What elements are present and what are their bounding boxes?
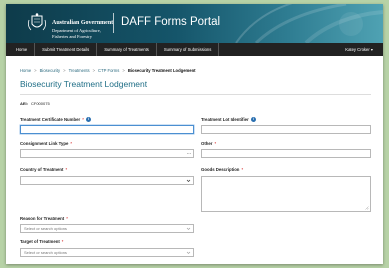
chevron-down-icon <box>186 251 191 254</box>
nav-submit-treatment-details[interactable]: Submit Treatment Details <box>35 43 98 56</box>
lot-identifier-label-text: Treatment Lot Identifier <box>201 117 249 122</box>
chevron-down-icon <box>186 227 191 230</box>
coat-of-arms-icon <box>27 13 47 31</box>
lot-identifier-input[interactable] <box>201 125 371 134</box>
required-marker: * <box>61 239 64 244</box>
aei-label: AEI: <box>20 101 28 106</box>
government-branding: Australian Government Department of Agri… <box>52 12 113 39</box>
site-header: Australian Government Department of Agri… <box>6 4 383 43</box>
more-options-icon: ... <box>186 150 191 156</box>
portal-title[interactable]: DAFF Forms Portal <box>121 16 220 28</box>
title-divider <box>20 94 371 95</box>
nav-home[interactable]: Home <box>6 43 36 56</box>
other-label-text: Other <box>201 141 213 146</box>
user-menu[interactable]: Katey Croker ▾ <box>345 47 383 52</box>
goods-description-label: Goods Description * <box>201 167 243 172</box>
breadcrumb-biosecurity[interactable]: Biosecurity <box>40 68 60 73</box>
consignment-link-label-text: Consignment Link Type <box>20 141 69 146</box>
consignment-link-select[interactable]: ... <box>20 149 194 158</box>
department-name-line-2: Fisheries and Forestry <box>52 33 92 39</box>
other-input[interactable] <box>201 149 371 158</box>
breadcrumb-ctp-forms[interactable]: CTP Forms <box>98 68 119 73</box>
other-label: Other * <box>201 141 216 146</box>
chevron-down-icon <box>186 179 191 182</box>
required-marker: * <box>65 167 68 172</box>
browser-frame: Australian Government Department of Agri… <box>6 4 383 264</box>
country-label-text: Country of Treatment <box>20 167 64 172</box>
resize-handle-icon[interactable] <box>365 206 369 210</box>
required-marker: * <box>214 141 217 146</box>
target-label: Target of Treatment * <box>20 239 63 244</box>
info-icon[interactable]: i <box>250 117 256 122</box>
reason-select[interactable]: Select or search options <box>20 224 194 233</box>
target-placeholder: Select or search options <box>24 250 67 255</box>
department-name-line-1: Department of Agriculture, <box>52 28 101 33</box>
cert-number-label-text: Treatment Certificate Number <box>20 117 81 122</box>
consignment-link-label: Consignment Link Type * <box>20 141 72 146</box>
reason-label-text: Reason for Treatment <box>20 216 65 221</box>
required-marker: * <box>82 117 84 122</box>
breadcrumb-home[interactable]: Home <box>20 68 31 73</box>
required-marker: * <box>66 216 68 221</box>
required-marker: * <box>70 141 73 146</box>
info-icon[interactable]: i <box>85 117 91 122</box>
gov-title: Australian Government <box>52 20 114 26</box>
main-nav: Home Submit Treatment Details Summary of… <box>6 43 383 56</box>
cert-number-label: Treatment Certificate Number * i <box>20 117 91 122</box>
target-label-text: Target of Treatment <box>20 239 60 244</box>
required-marker: * <box>241 167 244 172</box>
breadcrumb-separator: > <box>34 68 37 73</box>
cert-number-input[interactable] <box>20 125 194 134</box>
breadcrumb-treatments[interactable]: Treatments <box>69 68 90 73</box>
header-divider <box>113 13 114 33</box>
aei-reference: AEI: CF000075 <box>20 101 50 106</box>
country-select[interactable] <box>20 176 194 185</box>
target-select[interactable]: Select or search options <box>20 248 194 257</box>
goods-description-label-text: Goods Description <box>201 167 240 172</box>
breadcrumb-separator: > <box>63 68 66 73</box>
lot-identifier-label: Treatment Lot Identifier i <box>201 117 256 122</box>
nav-summary-of-treatments[interactable]: Summary of Treatments <box>97 43 157 56</box>
breadcrumb-separator: > <box>92 68 96 73</box>
breadcrumb-separator: > <box>122 68 125 73</box>
breadcrumb-current: Biosecurity Treatment Lodgement <box>127 68 196 73</box>
goods-description-textarea[interactable] <box>201 176 371 212</box>
country-label: Country of Treatment * <box>20 167 67 172</box>
reason-label: Reason for Treatment * <box>20 216 68 221</box>
aei-value: CF000075 <box>31 101 50 106</box>
nav-summary-of-submissions[interactable]: Summary of Submissions <box>157 43 220 56</box>
breadcrumb: Home > Biosecurity > Treatments > CTP Fo… <box>20 68 196 73</box>
page-title: Biosecurity Treatment Lodgement <box>20 79 148 89</box>
reason-placeholder: Select or search options <box>24 226 67 231</box>
